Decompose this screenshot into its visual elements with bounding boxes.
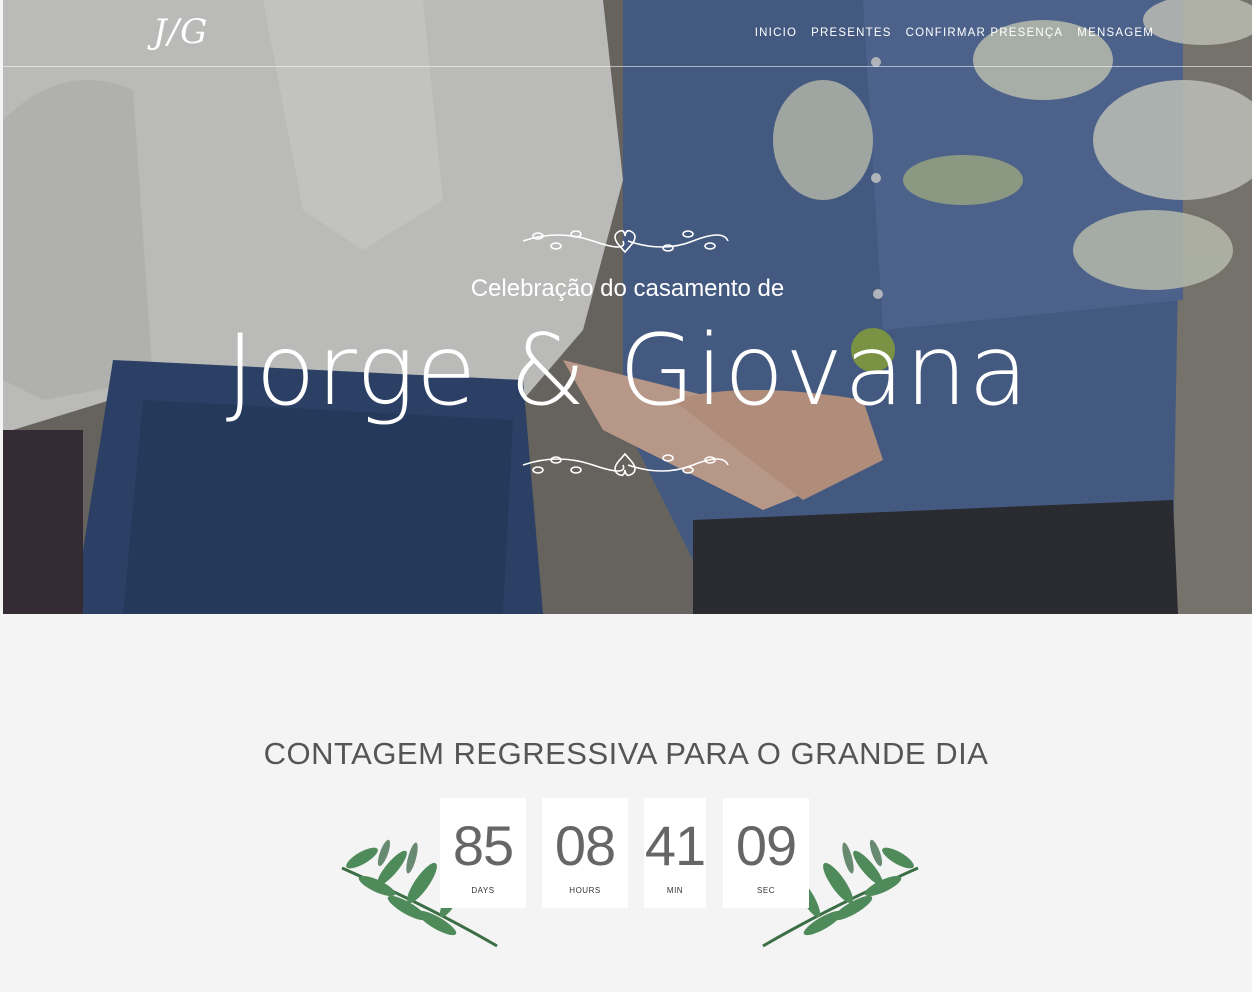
days-label: DAYS	[471, 886, 495, 895]
logo[interactable]: J/G	[153, 12, 208, 52]
seconds-label: SEC	[757, 886, 775, 895]
countdown-seconds: 09 SEC	[723, 798, 809, 908]
countdown-days: 85 DAYS	[440, 798, 526, 908]
minutes-label: MIN	[666, 886, 684, 895]
seconds-value: 09	[735, 814, 797, 877]
hours-label: HOURS	[569, 886, 601, 895]
ornament-bottom-icon	[522, 452, 729, 477]
hours-value: 08	[554, 814, 616, 877]
countdown-hours: 08 HOURS	[542, 798, 628, 908]
days-value: 85	[452, 814, 514, 877]
main-nav: INICIO PRESENTES CONFIRMAR PRESENÇA MENS…	[755, 27, 1154, 39]
nav-presentes[interactable]: PRESENTES	[811, 27, 891, 39]
couple-names: Jorge & Giovana	[225, 314, 1030, 428]
ornament-top-icon	[522, 229, 729, 254]
nav-confirmar-presenca[interactable]: CONFIRMAR PRESENÇA	[906, 27, 1064, 39]
hero-overlay	[3, 0, 1252, 614]
top-navbar: J/G INICIO PRESENTES CONFIRMAR PRESENÇA …	[3, 0, 1252, 67]
countdown-minutes: 41 MIN	[644, 798, 706, 908]
hero-subtitle: Celebração do casamento de	[470, 275, 785, 302]
minutes-value: 41	[644, 814, 706, 877]
nav-mensagem[interactable]: MENSAGEM	[1077, 27, 1154, 39]
nav-inicio[interactable]: INICIO	[755, 27, 797, 39]
countdown-title: CONTAGEM REGRESSIVA PARA O GRANDE DIA	[263, 736, 989, 771]
hero-section: J/G INICIO PRESENTES CONFIRMAR PRESENÇA …	[3, 0, 1252, 614]
